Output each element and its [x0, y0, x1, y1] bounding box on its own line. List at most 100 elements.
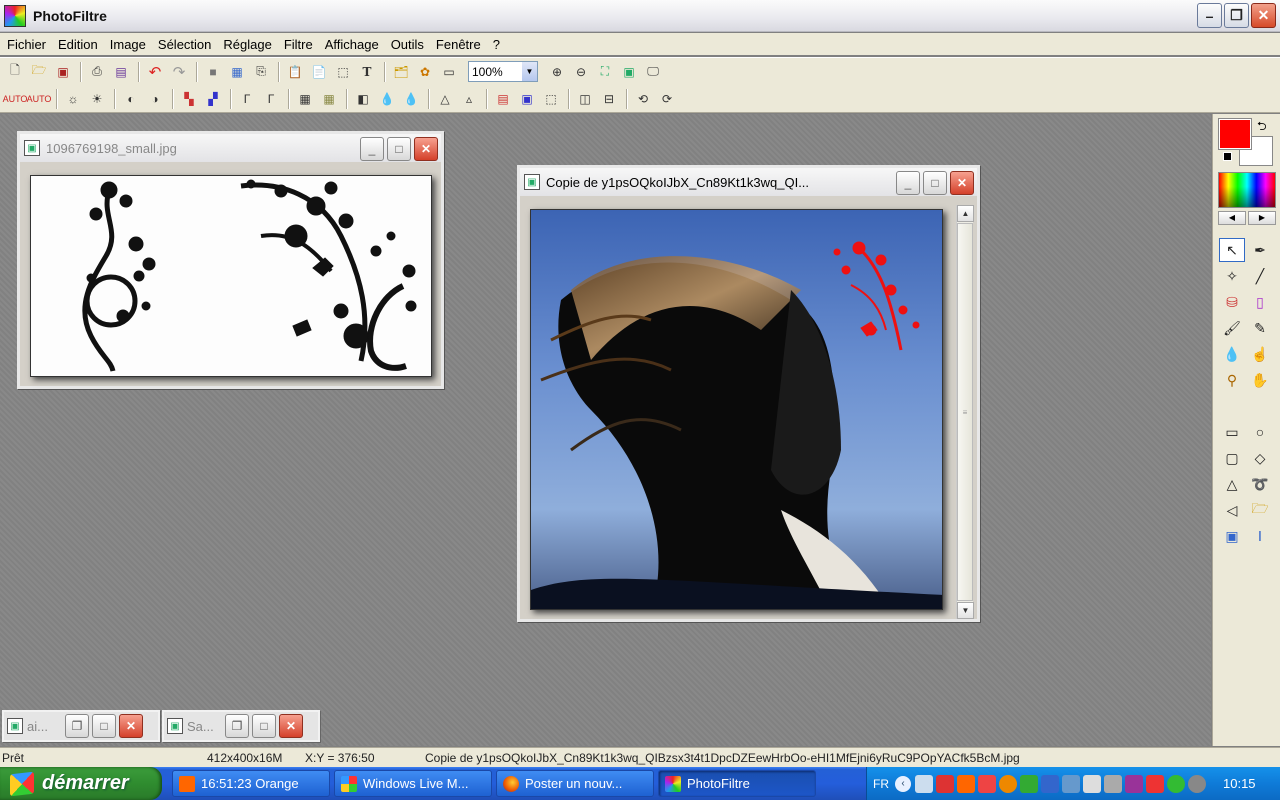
menu-fenetre[interactable]: Fenêtre [431, 37, 486, 52]
lasso-icon[interactable]: ➰ [1247, 472, 1273, 496]
blur-icon[interactable]: ◧ [352, 88, 374, 110]
select-all-icon[interactable]: ⬚ [332, 61, 354, 83]
fill-bucket-icon[interactable]: ⛁ [1219, 290, 1245, 314]
fit-window-icon[interactable]: ⛶ [594, 61, 616, 83]
paste-new-icon[interactable]: 📄 [308, 61, 330, 83]
tray-antivirus-icon[interactable] [936, 774, 954, 793]
open-folder-icon[interactable]: 🗁 [28, 61, 50, 83]
brush-icon[interactable]: 🖌 [1219, 316, 1245, 340]
mini2-maximize-button[interactable]: □ [252, 714, 276, 738]
tray-display-icon[interactable] [1062, 774, 1080, 793]
tray-network-icon[interactable] [915, 774, 933, 793]
open-shape-icon[interactable]: 🗁 [1247, 498, 1273, 522]
menu-filtre[interactable]: Filtre [279, 37, 318, 52]
frame-filter-icon[interactable]: ⬚ [540, 88, 562, 110]
smudge-finger-icon[interactable]: ☝ [1247, 342, 1273, 366]
auto-contrast-icon[interactable]: AUTO [27, 88, 52, 110]
tray-monitor-icon[interactable] [1041, 774, 1059, 793]
sharpen-icon[interactable]: △ [434, 88, 456, 110]
tray-usb-icon[interactable] [1104, 774, 1122, 793]
horse-photo-canvas[interactable] [530, 209, 943, 610]
copy-minimize-button[interactable]: _ [896, 171, 920, 195]
rounded-rect-shape-icon[interactable]: ▢ [1219, 446, 1245, 470]
image-window-small-titlebar[interactable]: ▣ 1096769198_small.jpg _ □ ✕ [20, 134, 441, 162]
gamma-minus-icon[interactable]: Γ [236, 88, 258, 110]
zoom-out-icon[interactable]: ⊖ [570, 61, 592, 83]
rectangle-shape-icon[interactable]: ▭ [1219, 420, 1245, 444]
line-tool-icon[interactable]: ╱ [1247, 264, 1273, 288]
rotate-left-icon[interactable]: ⟲ [632, 88, 654, 110]
tray-tool-icon[interactable] [978, 774, 996, 793]
plugin-icon[interactable]: ✿ [414, 61, 436, 83]
spray-icon[interactable]: ▯ [1247, 290, 1273, 314]
small-maximize-button[interactable]: □ [387, 137, 411, 161]
tray-aim-icon[interactable] [1146, 774, 1164, 793]
triangle-shape-icon[interactable]: △ [1219, 472, 1245, 496]
app-close-button[interactable]: ✕ [1251, 3, 1276, 28]
mini2-restore-button[interactable]: ❐ [225, 714, 249, 738]
print-icon[interactable]: ⎙ [86, 61, 108, 83]
undo-icon[interactable]: ↶ [144, 61, 166, 83]
blur-drop-icon[interactable]: 💧 [1219, 342, 1245, 366]
monitor-filter-icon[interactable]: ▣ [516, 88, 538, 110]
drop-icon[interactable]: 💧 [376, 88, 398, 110]
task-photofiltre[interactable]: PhotoFiltre [658, 770, 816, 797]
polygon-lasso-icon[interactable]: ◁ [1219, 498, 1245, 522]
brightness-plus-icon[interactable]: ☀ [86, 88, 108, 110]
paste-icon[interactable]: 📋 [284, 61, 306, 83]
grayscale-icon[interactable]: ■ [202, 61, 224, 83]
drop-plus-icon[interactable]: 💧 [400, 88, 422, 110]
app-restore-button[interactable]: ❐ [1224, 3, 1249, 28]
minimized-window-2[interactable]: ▣ Sa... ❐ □ ✕ [162, 710, 320, 742]
advanced-brush-icon[interactable]: ✎ [1247, 316, 1273, 340]
task-windows-live[interactable]: Windows Live M... [334, 770, 492, 797]
text-tool-icon[interactable]: T [356, 61, 378, 83]
selection-arrow-icon[interactable]: ↖ [1219, 238, 1245, 262]
task-firefox[interactable]: Poster un nouv... [496, 770, 654, 797]
auto-level-icon[interactable]: AUTO [3, 88, 28, 110]
tray-orange-icon[interactable] [957, 774, 975, 793]
small-close-button[interactable]: ✕ [414, 137, 438, 161]
language-indicator[interactable]: FR [873, 777, 889, 791]
minimized-window-1[interactable]: ▣ ai... ❐ □ ✕ [2, 710, 160, 742]
tray-messenger-icon[interactable] [1020, 774, 1038, 793]
reset-colors-icon[interactable] [1223, 152, 1232, 161]
zoom-select[interactable]: 100% ▼ [468, 61, 538, 82]
brightness-minus-icon[interactable]: ☼ [62, 88, 84, 110]
foreground-color-swatch[interactable] [1219, 119, 1251, 149]
selection-mode-icon[interactable]: ▣ [1219, 524, 1245, 548]
menu-affichage[interactable]: Affichage [320, 37, 384, 52]
text-cursor-icon[interactable]: Ⅰ [1247, 524, 1273, 548]
task-orange[interactable]: 16:51:23 Orange [172, 770, 330, 797]
palette-next-icon[interactable]: ▶ [1248, 211, 1276, 225]
hand-scroll-icon[interactable]: ✋ [1247, 368, 1273, 392]
menu-edition[interactable]: Edition [53, 37, 103, 52]
zoom-in-icon[interactable]: ⊕ [546, 61, 568, 83]
texture-icon[interactable]: ▦ [318, 88, 340, 110]
full-view-icon[interactable]: ▣ [618, 61, 640, 83]
menu-image[interactable]: Image [105, 37, 151, 52]
rotate-right-icon[interactable]: ⟳ [656, 88, 678, 110]
eyedropper-icon[interactable]: ✒ [1247, 238, 1273, 262]
swap-colors-icon[interactable]: ⮌ [1257, 117, 1267, 138]
start-button[interactable]: démarrer [0, 767, 162, 800]
saturation-minus-icon[interactable]: ▚ [178, 88, 200, 110]
tray-messenger-alt-icon[interactable] [1125, 774, 1143, 793]
menu-help[interactable]: ? [488, 37, 505, 52]
app-minimize-button[interactable]: – [1197, 3, 1222, 28]
scroll-down-icon[interactable]: ▼ [957, 602, 974, 619]
color-filter-icon[interactable]: ▤ [492, 88, 514, 110]
mini1-close-button[interactable]: ✕ [119, 714, 143, 738]
contrast-plus-icon[interactable]: ◑ [144, 88, 166, 110]
fullscreen-icon[interactable]: 🖵 [642, 61, 664, 83]
new-file-icon[interactable]: 🗋 [4, 61, 26, 83]
copy-vertical-scrollbar[interactable]: ▲ ≡ ▼ [956, 205, 974, 619]
menu-outils[interactable]: Outils [386, 37, 429, 52]
tray-firefox-icon[interactable] [999, 774, 1017, 793]
photofiltre-app-icon[interactable] [4, 4, 26, 27]
flip-vertical-icon[interactable]: ⊟ [598, 88, 620, 110]
palette-colors-icon[interactable]: ▦ [226, 61, 248, 83]
image-window-copy-titlebar[interactable]: ▣ Copie de y1psOQkoIJbX_Cn89Kt1k3wq_QI..… [520, 168, 977, 196]
saturation-plus-icon[interactable]: ▞ [202, 88, 224, 110]
copy-image-icon[interactable]: ⎘ [250, 61, 272, 83]
